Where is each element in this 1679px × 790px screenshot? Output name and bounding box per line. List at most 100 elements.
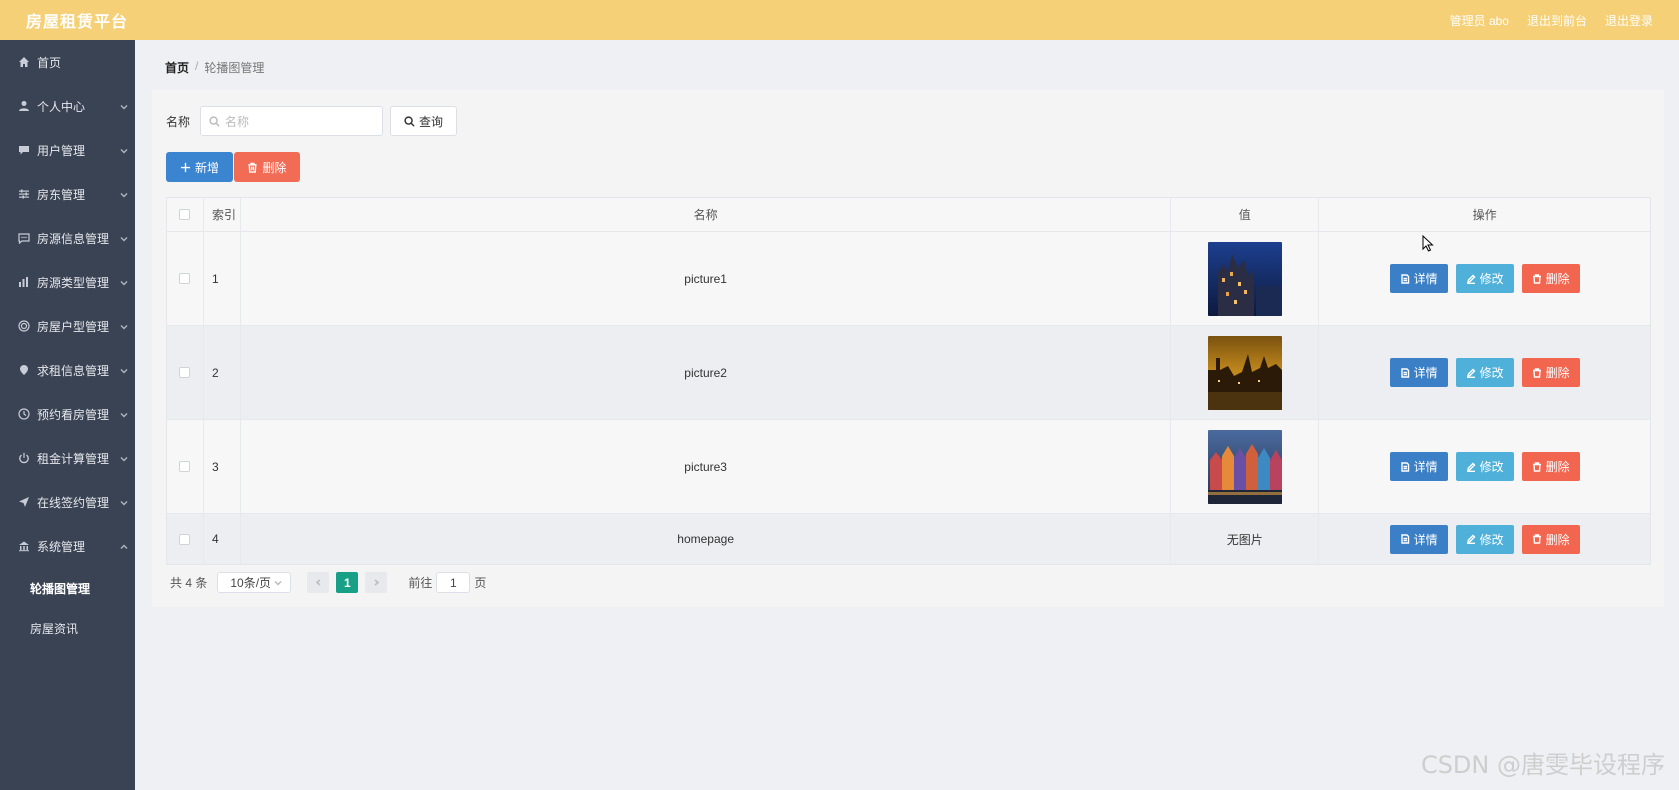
row-checkbox[interactable] [179,533,191,545]
goto-unit: 页 [474,576,487,590]
clock-icon [17,407,31,421]
add-button[interactable]: 新增 [166,152,233,182]
delete-button[interactable]: 删除 [1521,452,1580,481]
chevron-down-icon [119,409,129,419]
sidebar-item-label: 租金计算管理 [37,451,110,466]
goto-page: 前往 1 页 [408,572,486,593]
user-icon [17,99,31,113]
prev-page-button[interactable] [307,572,330,593]
query-button-label: 查询 [419,114,444,129]
chevron-down-icon [119,189,129,199]
action-row: 新增 删除 [166,152,300,182]
edit-label: 修改 [1479,272,1504,286]
edit-label: 修改 [1479,366,1504,380]
row-value [1171,232,1320,325]
delete-button[interactable]: 删除 [1521,264,1580,293]
header-select-cell [167,198,204,231]
data-table: 索引 名称 值 操作 1 picture1 详情 修改 删除 2 picture… [166,197,1651,565]
breadcrumb-separator: / [195,59,199,73]
goto-label: 前往 [408,576,433,590]
edit-label: 修改 [1479,460,1504,474]
sidebar-item-label: 房源信息管理 [37,231,110,246]
top-links: 管理员 abo 退出到前台 退出登录 [1450,12,1653,29]
trash-icon [1532,461,1541,472]
sidebar-item-online-contract-management[interactable]: 在线签约管理 [0,480,135,524]
trash-icon [1532,273,1541,284]
edit-label: 修改 [1479,532,1504,547]
batch-delete-button[interactable]: 删除 [234,152,300,182]
sidebar-item-personal-center[interactable]: 个人中心 [0,84,135,128]
row-value [1171,326,1320,419]
detail-button[interactable]: 详情 [1389,358,1448,387]
back-to-front-link[interactable]: 退出到前台 [1527,12,1587,29]
sidebar-subitem-carousel-management[interactable]: 轮播图管理 [0,568,135,608]
header-value: 值 [1171,198,1320,231]
row-select-cell [167,420,204,513]
sidebar-item-system-management[interactable]: 系统管理 [0,524,135,568]
sidebar-item-label: 房东管理 [37,187,86,202]
logout-link[interactable]: 退出登录 [1605,12,1653,29]
add-button-label: 新增 [194,160,219,175]
message-icon [17,231,31,245]
pagination-total: 共 4 条 [170,576,208,590]
chevron-down-icon [119,233,129,243]
row-value [1171,420,1320,513]
carousel-thumbnail-night-castle[interactable] [1207,241,1282,316]
edit-button[interactable]: 修改 [1455,524,1514,554]
breadcrumb-home[interactable]: 首页 [165,59,189,76]
row-checkbox[interactable] [179,273,191,284]
detail-button[interactable]: 详情 [1389,452,1448,481]
page-size-value: 10条/页 [230,576,272,590]
brand-title: 房屋租赁平台 [26,14,129,31]
row-checkbox[interactable] [179,367,191,378]
next-page-button[interactable] [365,572,388,593]
edit-button[interactable]: 修改 [1455,358,1514,387]
watermark: CSDN @唐雯毕设程序 [1420,751,1665,779]
bar-chart-icon [17,275,31,289]
sidebar-item-label: 个人中心 [37,99,86,114]
chevron-up-icon [119,541,129,551]
sidebar-item-viewing-appointment-management[interactable]: 预约看房管理 [0,392,135,436]
detail-label: 详情 [1413,272,1438,286]
detail-button[interactable]: 详情 [1389,524,1448,554]
chevron-down-icon [119,497,129,507]
row-checkbox[interactable] [179,461,191,472]
row-index: 4 [204,514,241,564]
document-icon [1400,273,1409,284]
sidebar-item-rent-calculation-management[interactable]: 租金计算管理 [0,436,135,480]
edit-button[interactable]: 修改 [1455,452,1514,481]
sidebar-item-user-management[interactable]: 用户管理 [0,128,135,172]
breadcrumb: 首页 / 轮播图管理 [165,59,264,76]
header-name: 名称 [241,198,1172,231]
search-icon [404,115,415,127]
delete-button[interactable]: 删除 [1521,524,1580,554]
carousel-thumbnail-golden-city[interactable] [1207,335,1282,410]
document-icon [1400,461,1409,472]
sidebar-item-listing-management[interactable]: 房源信息管理 [0,216,135,260]
detail-label: 详情 [1413,366,1438,380]
delete-button[interactable]: 删除 [1521,358,1580,387]
search-input[interactable]: 名称 [200,106,384,136]
edit-button[interactable]: 修改 [1455,264,1514,293]
sliders-icon [17,187,31,201]
page-size-select[interactable]: 10条/页 [217,572,292,593]
content-panel: 名称 名称 查询 新增 删除 索引 名称 值 操作 1 picture1 详情 … [152,90,1664,607]
sidebar-item-home[interactable]: 首页 [0,40,135,84]
row-value: 无图片 [1171,514,1320,564]
carousel-thumbnail-colorful-houses[interactable] [1207,429,1282,504]
sidebar-item-listing-type-management[interactable]: 房源类型管理 [0,260,135,304]
row-index: 3 [204,420,241,513]
page-number-current[interactable]: 1 [336,572,359,593]
goto-page-input[interactable]: 1 [436,572,471,593]
sidebar-item-layout-management[interactable]: 房屋户型管理 [0,304,135,348]
row-name: picture1 [241,232,1172,325]
mouse-cursor-icon [1422,235,1434,252]
sidebar-item-label: 求租信息管理 [37,363,110,378]
detail-button[interactable]: 详情 [1389,264,1448,293]
select-all-checkbox[interactable] [179,209,191,220]
sidebar-item-landlord-management[interactable]: 房东管理 [0,172,135,216]
sidebar-item-rental-request-management[interactable]: 求租信息管理 [0,348,135,392]
pencil-icon [1466,368,1476,378]
query-button[interactable]: 查询 [390,106,458,136]
sidebar-subitem-housing-news[interactable]: 房屋资讯 [0,608,135,648]
